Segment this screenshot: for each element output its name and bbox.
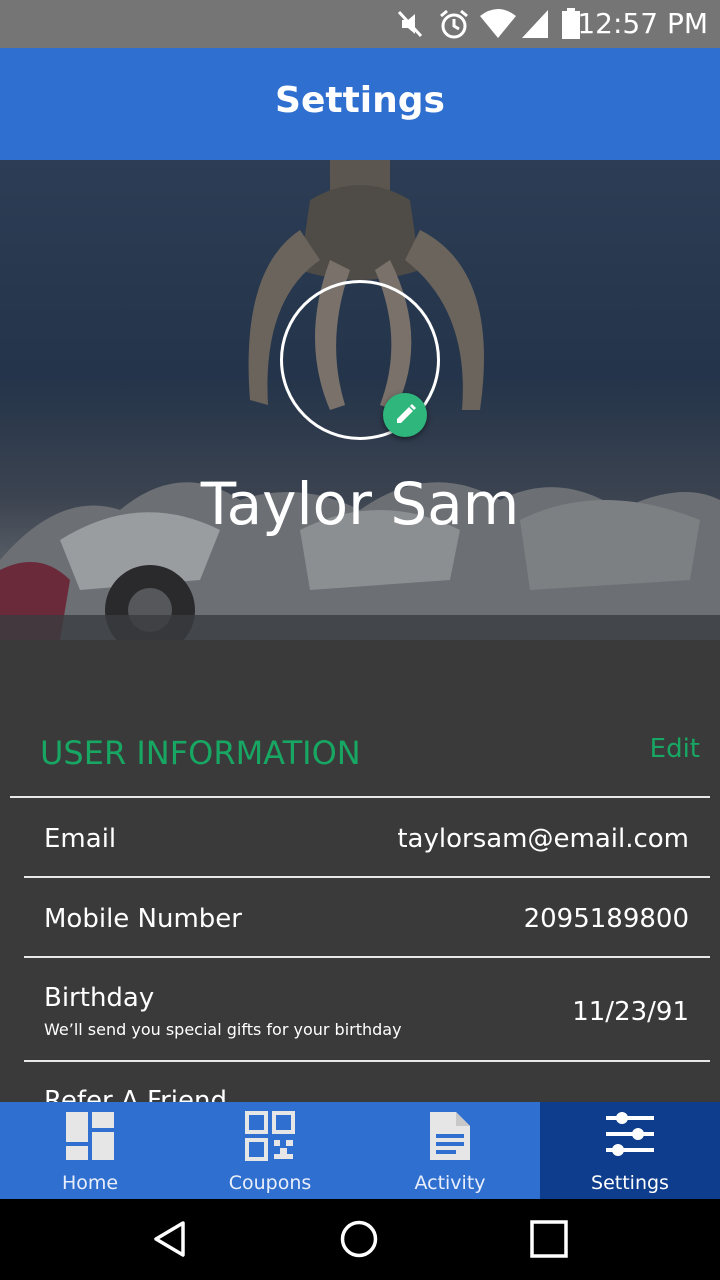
profile-name: Taylor Sam: [200, 470, 520, 538]
mobile-number-value: 2095189800: [523, 904, 689, 934]
refer-a-friend-label: Refer A Friend: [44, 1086, 228, 1102]
mute-icon: [397, 10, 423, 38]
signal-icon: [522, 10, 548, 38]
nav-label-settings: Settings: [591, 1172, 669, 1194]
recents-icon[interactable]: [529, 1219, 569, 1259]
divider: [10, 796, 710, 798]
nav-item-coupons[interactable]: Coupons: [180, 1102, 360, 1199]
section-title-user-information: USER INFORMATION: [40, 734, 361, 772]
wifi-icon: [480, 9, 516, 38]
alarm-icon: [440, 9, 468, 39]
dashboard-icon: [66, 1112, 114, 1160]
profile-header: Taylor Sam: [0, 160, 720, 640]
nav-label-coupons: Coupons: [228, 1172, 312, 1194]
sliders-icon: [606, 1112, 654, 1156]
status-time: 12:57 PM: [577, 7, 708, 40]
nav-item-settings[interactable]: Settings: [540, 1102, 720, 1199]
nav-label-home: Home: [61, 1172, 119, 1194]
back-icon[interactable]: [150, 1219, 190, 1259]
qr-code-icon: [245, 1111, 295, 1161]
nav-label-activity: Activity: [414, 1172, 486, 1194]
email-value: taylorsam@email.com: [397, 824, 689, 854]
birthday-value: 11/23/91: [572, 997, 689, 1027]
divider: [24, 876, 710, 878]
edit-avatar-button[interactable]: [383, 393, 427, 437]
nav-item-activity[interactable]: Activity: [360, 1102, 540, 1199]
status-bar: 12:57 PM: [0, 0, 720, 48]
settings-content[interactable]: USER INFORMATION Edit Email taylorsam@em…: [0, 640, 720, 1102]
page-title: Settings: [275, 80, 445, 121]
divider: [24, 1060, 710, 1062]
system-navigation-bar: [0, 1199, 720, 1280]
edit-user-info-link[interactable]: Edit: [650, 734, 700, 764]
nav-item-home[interactable]: Home: [0, 1102, 180, 1199]
email-label: Email: [44, 824, 117, 854]
bottom-navigation: Home Coupons Activity Settings: [0, 1102, 720, 1199]
app-bar: Settings: [0, 48, 720, 160]
home-circle-icon[interactable]: [339, 1219, 379, 1259]
pencil-icon: [397, 404, 416, 423]
mobile-number-label: Mobile Number: [44, 904, 242, 934]
birthday-label: Birthday: [44, 983, 155, 1013]
document-icon: [430, 1112, 470, 1160]
divider: [24, 956, 710, 958]
birthday-subtitle: We’ll send you special gifts for your bi…: [44, 1020, 402, 1039]
